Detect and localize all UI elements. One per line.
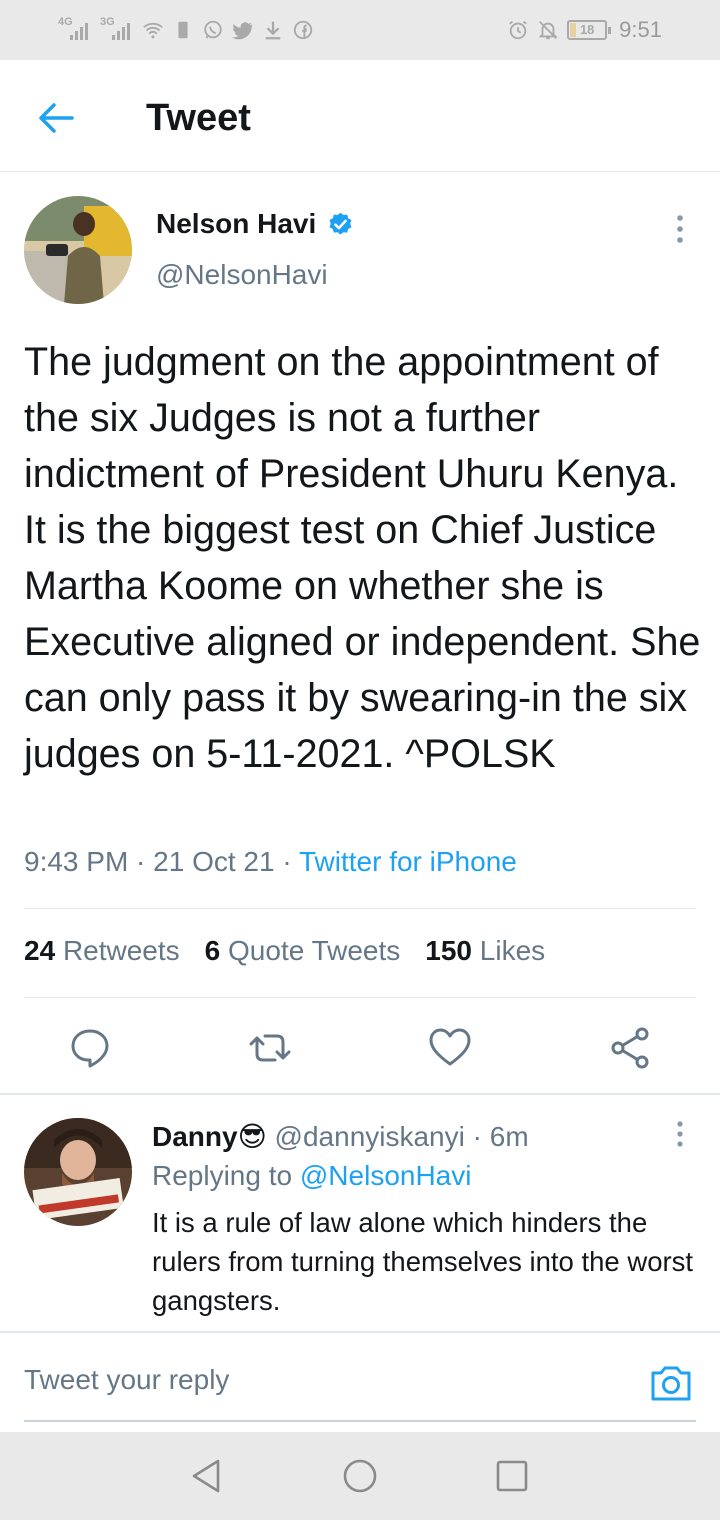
reply-author-name[interactable]: Danny😎	[152, 1121, 267, 1152]
verified-badge-icon	[329, 212, 352, 235]
reply-avatar[interactable]	[24, 1118, 132, 1226]
more-vertical-icon[interactable]	[668, 210, 692, 250]
retweet-icon[interactable]	[246, 1024, 294, 1072]
replying-to: Replying to @NelsonHavi	[152, 1160, 472, 1191]
more-vertical-icon[interactable]	[668, 1118, 692, 1154]
tweet-date: 21 Oct 21	[153, 846, 275, 877]
arrow-left-icon[interactable]	[34, 96, 78, 140]
reply-age: 6m	[489, 1121, 529, 1152]
tweet-stats: 24 Retweets 6 Quote Tweets 150 Likes	[24, 935, 545, 967]
likes-stat[interactable]: 150 Likes	[425, 935, 545, 967]
reply-text: It is a rule of law alone which hinders …	[152, 1207, 694, 1316]
tweet-action-bar	[0, 1020, 720, 1076]
top-app-bar: Tweet	[0, 60, 720, 172]
heart-icon[interactable]	[426, 1024, 474, 1072]
reply-input[interactable]: Tweet your reply	[24, 1364, 229, 1396]
divider	[24, 997, 696, 998]
signal-4g-icon: 4G	[58, 16, 92, 42]
battery-icon: 18	[567, 20, 612, 40]
circle-home-icon[interactable]	[340, 1456, 380, 1496]
meta-separator: ·	[128, 846, 154, 877]
signal-3g-icon: 3G	[100, 16, 134, 42]
page-title: Tweet	[146, 97, 251, 139]
status-bar-left: 4G 3G	[58, 16, 314, 44]
share-icon[interactable]	[606, 1024, 654, 1072]
compose-underline	[24, 1420, 696, 1422]
author-handle[interactable]: @NelsonHavi	[156, 259, 328, 291]
tweet-meta: 9:43 PM · 21 Oct 21 · Twitter for iPhone	[24, 846, 517, 878]
status-time: 9:51	[619, 17, 662, 42]
status-bar-right: 18 9:51	[507, 16, 662, 44]
meta-separator: ·	[274, 846, 299, 877]
reply-author-handle[interactable]: @dannyiskanyi	[275, 1121, 465, 1152]
battery-level	[570, 23, 577, 37]
author-name[interactable]: Nelson Havi	[156, 208, 316, 240]
camera-icon[interactable]	[648, 1360, 694, 1406]
facebook-icon	[293, 20, 313, 40]
tweet-text: The judgment on the appointment of the s…	[24, 340, 701, 776]
triangle-back-icon[interactable]	[186, 1456, 226, 1496]
section-divider	[0, 1093, 720, 1095]
mute-bell-icon	[538, 21, 558, 40]
system-nav-bar	[0, 1432, 720, 1520]
alarm-icon	[509, 20, 527, 40]
tweet-time: 9:43 PM	[24, 846, 129, 877]
twitter-bird-icon	[232, 22, 253, 40]
sim-icon	[178, 21, 188, 39]
download-icon	[265, 21, 281, 40]
meta-separator: ·	[464, 1121, 490, 1152]
avatar[interactable]	[24, 196, 132, 304]
quote-tweets-stat[interactable]: 6 Quote Tweets	[205, 935, 401, 967]
reply-header: Danny😎 @dannyiskanyi · 6m	[152, 1120, 529, 1153]
square-recents-icon[interactable]	[492, 1456, 532, 1496]
divider	[24, 908, 696, 909]
wifi-icon	[143, 22, 163, 39]
compose-divider	[0, 1331, 720, 1333]
replying-to-link[interactable]: @NelsonHavi	[300, 1160, 472, 1191]
reply-icon[interactable]	[66, 1024, 114, 1072]
retweets-stat[interactable]: 24 Retweets	[24, 935, 180, 967]
status-bar: 4G 3G 18 9:51	[0, 0, 720, 60]
whatsapp-icon	[204, 20, 222, 39]
tweet-source-link[interactable]: Twitter for iPhone	[299, 846, 517, 877]
